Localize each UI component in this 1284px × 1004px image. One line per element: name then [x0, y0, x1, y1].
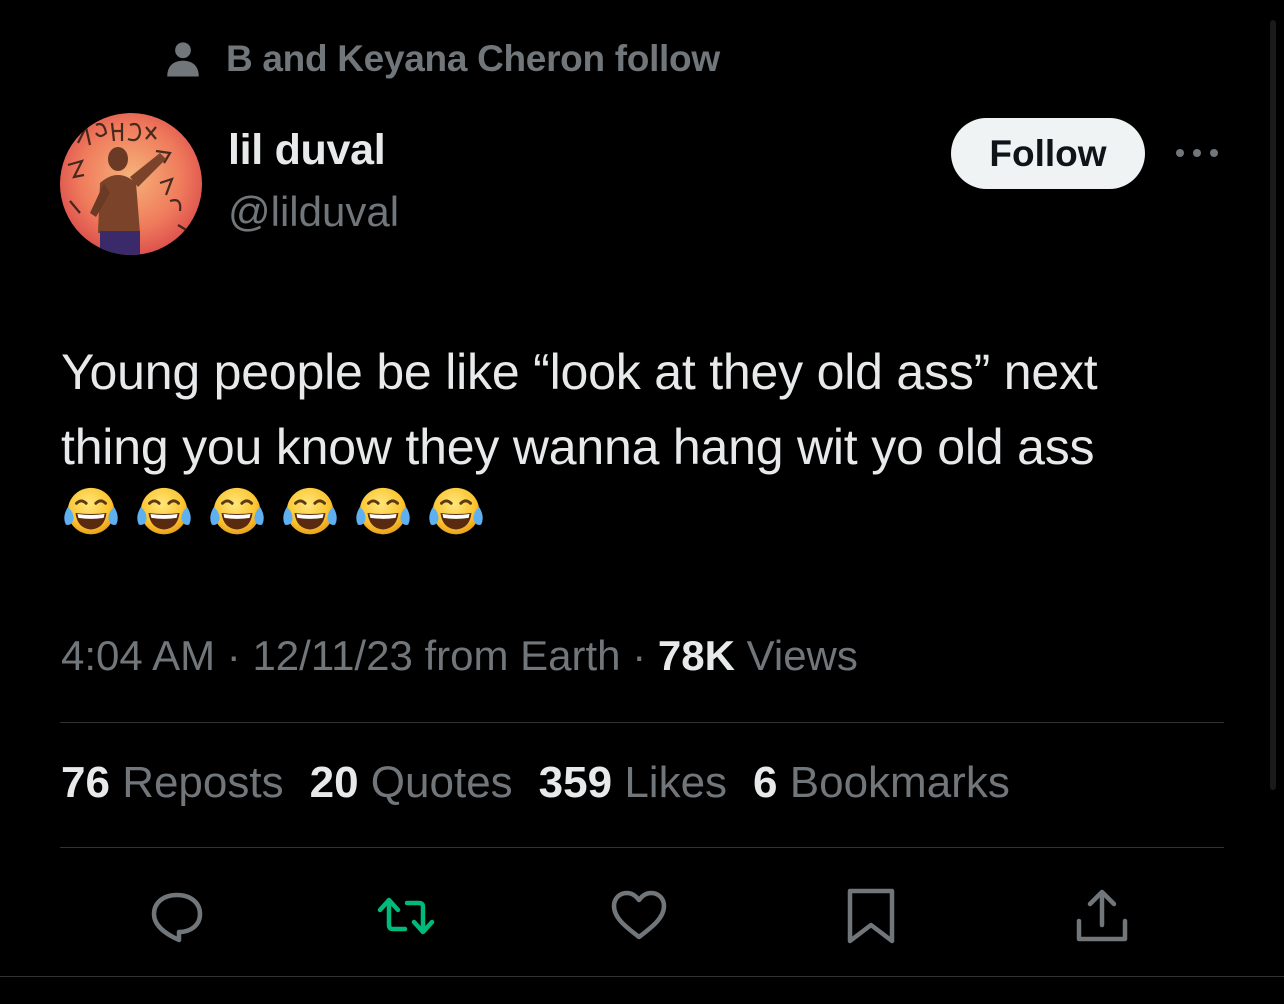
bookmarks-count: 6	[753, 758, 778, 807]
meta-separator: ·	[620, 632, 658, 679]
tears-of-joy-emoji	[208, 486, 266, 536]
more-options-icon[interactable]	[1172, 138, 1222, 168]
meta-separator: ·	[215, 632, 253, 679]
views-label: Views	[734, 632, 858, 679]
reposts-count: 76	[61, 758, 110, 807]
reply-icon[interactable]	[146, 885, 208, 947]
repost-icon[interactable]	[375, 885, 437, 947]
reposts-stat[interactable]: 76 Reposts	[61, 758, 284, 808]
tweet-source: from Earth	[412, 632, 621, 679]
tears-of-joy-emoji	[427, 486, 485, 536]
views-count: 78K	[657, 632, 735, 679]
tears-of-joy-emoji	[135, 486, 193, 536]
quotes-label: Quotes	[370, 758, 513, 807]
author-display-name[interactable]: lil duval	[228, 126, 386, 175]
reposts-label: Reposts	[122, 758, 284, 807]
likes-label: Likes	[624, 758, 728, 807]
bookmark-icon[interactable]	[840, 885, 902, 947]
tears-of-joy-emoji	[62, 486, 120, 536]
likes-stat[interactable]: 359 Likes	[539, 758, 727, 808]
tweet-text: Young people be like “look at they old a…	[61, 335, 1231, 485]
bookmarks-label: Bookmarks	[789, 758, 1010, 807]
tweet-text-line: thing you know they wanna hang wit yo ol…	[61, 419, 1095, 475]
tweet-text-line: Young people be like “look at they old a…	[61, 344, 1098, 400]
emoji-row	[60, 482, 487, 544]
divider	[60, 722, 1224, 723]
person-icon	[167, 42, 199, 77]
author-handle[interactable]: @lilduval	[228, 188, 399, 236]
scrollbar[interactable]	[1270, 20, 1276, 790]
social-context[interactable]: B and Keyana Cheron follow	[162, 38, 720, 80]
bookmarks-stat[interactable]: 6 Bookmarks	[753, 758, 1010, 808]
social-context-text: B and Keyana Cheron follow	[226, 38, 720, 79]
tweet-stats: 76 Reposts 20 Quotes 359 Likes 6 Bookmar…	[61, 758, 1036, 808]
follow-button[interactable]: Follow	[951, 118, 1145, 189]
tweet-date[interactable]: 12/11/23	[252, 632, 412, 679]
share-icon[interactable]	[1071, 885, 1133, 947]
like-icon[interactable]	[608, 885, 670, 947]
quotes-count: 20	[309, 758, 359, 807]
tweet-meta: 4:04 AM · 12/11/23 from Earth · 78K View…	[61, 632, 858, 680]
divider	[60, 847, 1224, 848]
tweet-time[interactable]: 4:04 AM	[61, 632, 215, 679]
tears-of-joy-emoji	[281, 486, 339, 536]
likes-count: 359	[538, 758, 613, 807]
quotes-stat[interactable]: 20 Quotes	[310, 758, 513, 808]
divider	[0, 976, 1284, 977]
tears-of-joy-emoji	[354, 486, 412, 536]
avatar-photo	[60, 113, 202, 255]
avatar[interactable]	[60, 113, 202, 255]
